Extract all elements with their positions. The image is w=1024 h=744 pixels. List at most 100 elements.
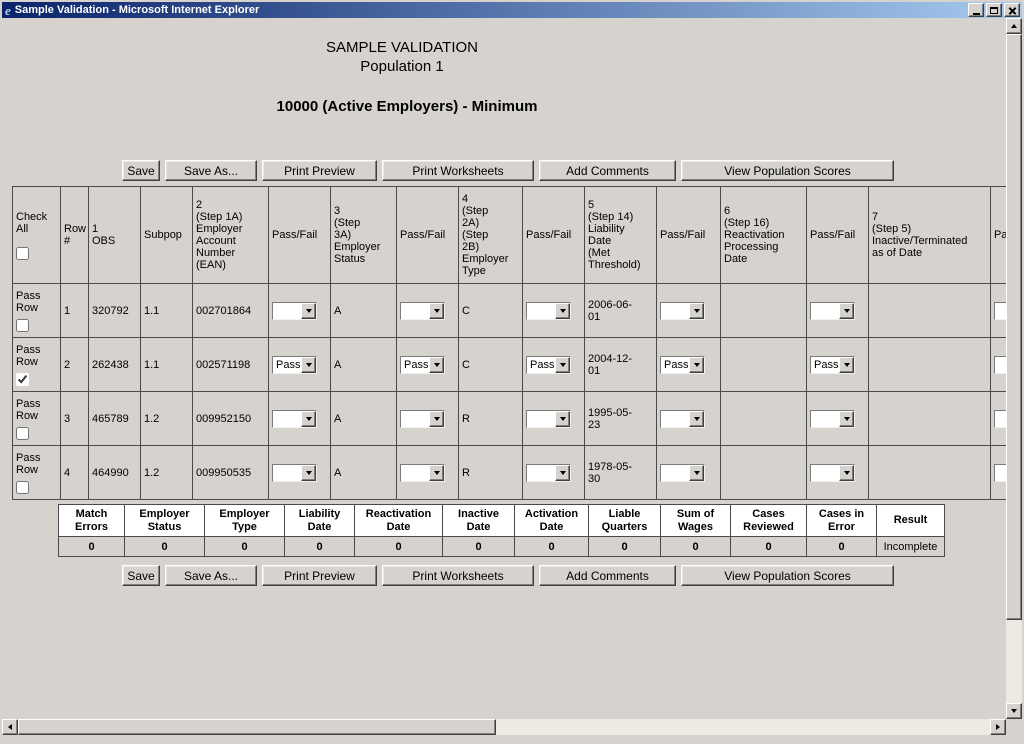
title-bar[interactable]: e Sample Validation - Microsoft Internet…	[2, 2, 1022, 18]
scroll-down-button[interactable]	[1006, 703, 1022, 719]
column-header-employer-status: 3 (Step 3A) Employer Status	[331, 187, 397, 284]
view-population-scores-button[interactable]: View Population Scores	[681, 160, 894, 181]
pass-row-checkbox[interactable]	[16, 481, 29, 494]
chevron-down-icon[interactable]	[555, 465, 570, 481]
scroll-right-button[interactable]	[990, 719, 1006, 735]
chevron-down-icon[interactable]	[301, 411, 316, 427]
pass-fail-cell: Pass	[807, 338, 869, 392]
summary-column-header: Inactive Date	[443, 505, 515, 537]
pass-fail-select[interactable]	[272, 410, 317, 428]
chevron-down-icon[interactable]	[429, 303, 444, 319]
chevron-down-icon[interactable]	[689, 357, 704, 373]
add-comments-button[interactable]: Add Comments	[539, 565, 676, 586]
pass-row-checkbox[interactable]	[16, 427, 29, 440]
summary-value: 0	[285, 537, 355, 557]
chevron-down-icon[interactable]	[839, 465, 854, 481]
chevron-down-icon[interactable]	[301, 465, 316, 481]
pass-fail-select[interactable]	[994, 410, 1006, 428]
vertical-scrollbar[interactable]	[1006, 18, 1022, 719]
scroll-left-button[interactable]	[2, 719, 18, 735]
pass-fail-select[interactable]	[526, 410, 571, 428]
pass-fail-select[interactable]	[810, 410, 855, 428]
save-as-button[interactable]: Save As...	[165, 160, 257, 181]
pass-row-checkbox[interactable]	[16, 373, 29, 386]
maximize-button[interactable]	[986, 3, 1002, 17]
pass-fail-select[interactable]	[660, 302, 705, 320]
pass-fail-select[interactable]	[526, 302, 571, 320]
pass-fail-select[interactable]: Pass	[810, 356, 855, 374]
chevron-down-icon[interactable]	[555, 411, 570, 427]
chevron-down-icon[interactable]	[689, 411, 704, 427]
chevron-down-icon[interactable]	[429, 411, 444, 427]
pass-fail-value	[401, 303, 429, 319]
obs-cell: 320792	[89, 284, 141, 338]
view-population-scores-button[interactable]: View Population Scores	[681, 565, 894, 586]
chevron-down-icon[interactable]	[301, 357, 316, 373]
pass-fail-select[interactable]	[272, 464, 317, 482]
minimize-button[interactable]	[968, 3, 984, 17]
pass-fail-cell	[269, 392, 331, 446]
save-as-button[interactable]: Save As...	[165, 565, 257, 586]
print-worksheets-button[interactable]: Print Worksheets	[382, 160, 534, 181]
arrow-right-icon	[996, 724, 1000, 730]
pass-fail-select[interactable]	[400, 410, 445, 428]
chevron-down-icon[interactable]	[301, 303, 316, 319]
pass-fail-cell	[657, 446, 721, 500]
scroll-up-button[interactable]	[1006, 18, 1022, 34]
row-number-cell: 3	[61, 392, 89, 446]
column-header-pass-fail: Pass/Fail	[657, 187, 721, 284]
pass-fail-value	[811, 411, 839, 427]
pass-row-cell: Pass Row	[13, 284, 61, 338]
close-button[interactable]	[1004, 3, 1020, 17]
pass-fail-cell	[397, 392, 459, 446]
pass-fail-select[interactable]	[994, 464, 1006, 482]
pass-row-checkbox[interactable]	[16, 319, 29, 332]
pass-fail-value	[811, 303, 839, 319]
column-header-pass-fail: Pass/Fail	[397, 187, 459, 284]
horizontal-scrollbar[interactable]	[2, 719, 1006, 735]
chevron-down-icon[interactable]	[839, 357, 854, 373]
save-button[interactable]: Save	[122, 565, 160, 586]
pass-fail-select[interactable]: Pass	[526, 356, 571, 374]
vertical-scroll-thumb[interactable]	[1006, 34, 1022, 620]
pass-fail-select[interactable]	[660, 410, 705, 428]
subpop-cell: 1.1	[141, 284, 193, 338]
toolbar-top: Save Save As... Print Preview Print Work…	[122, 160, 894, 181]
print-worksheets-button[interactable]: Print Worksheets	[382, 565, 534, 586]
pass-fail-value	[527, 303, 555, 319]
pass-fail-value: Pass	[527, 357, 555, 373]
pass-fail-select[interactable]	[526, 464, 571, 482]
horizontal-scroll-thumb[interactable]	[18, 719, 496, 735]
pass-fail-value: Pass	[273, 357, 301, 373]
check-all-checkbox[interactable]	[16, 247, 29, 260]
pass-fail-select[interactable]	[994, 356, 1006, 374]
pass-fail-select[interactable]	[660, 464, 705, 482]
chevron-down-icon[interactable]	[555, 357, 570, 373]
pass-fail-select[interactable]	[994, 302, 1006, 320]
pass-fail-select[interactable]	[272, 302, 317, 320]
pass-fail-select[interactable]: Pass	[400, 356, 445, 374]
pass-fail-select[interactable]	[810, 464, 855, 482]
print-preview-button[interactable]: Print Preview	[262, 565, 377, 586]
chevron-down-icon[interactable]	[689, 303, 704, 319]
pass-fail-select[interactable]	[400, 464, 445, 482]
chevron-down-icon[interactable]	[555, 303, 570, 319]
employer-type-cell: R	[459, 446, 523, 500]
print-preview-button[interactable]: Print Preview	[262, 160, 377, 181]
pass-fail-select[interactable]: Pass	[272, 356, 317, 374]
pass-fail-select[interactable]: Pass	[660, 356, 705, 374]
pass-row-label: Pass Row	[16, 452, 40, 476]
reactivation-date-cell	[721, 446, 807, 500]
summary-column-header: Cases in Error	[807, 505, 877, 537]
pass-fail-select[interactable]	[400, 302, 445, 320]
chevron-down-icon[interactable]	[429, 465, 444, 481]
chevron-down-icon[interactable]	[689, 465, 704, 481]
chevron-down-icon[interactable]	[429, 357, 444, 373]
save-button[interactable]: Save	[122, 160, 160, 181]
table-row: Pass Row 2 262438 1.1 002571198 Pass A P…	[13, 338, 1007, 392]
chevron-down-icon[interactable]	[839, 303, 854, 319]
chevron-down-icon[interactable]	[839, 411, 854, 427]
pass-fail-select[interactable]	[810, 302, 855, 320]
add-comments-button[interactable]: Add Comments	[539, 160, 676, 181]
maximize-icon	[990, 7, 998, 14]
